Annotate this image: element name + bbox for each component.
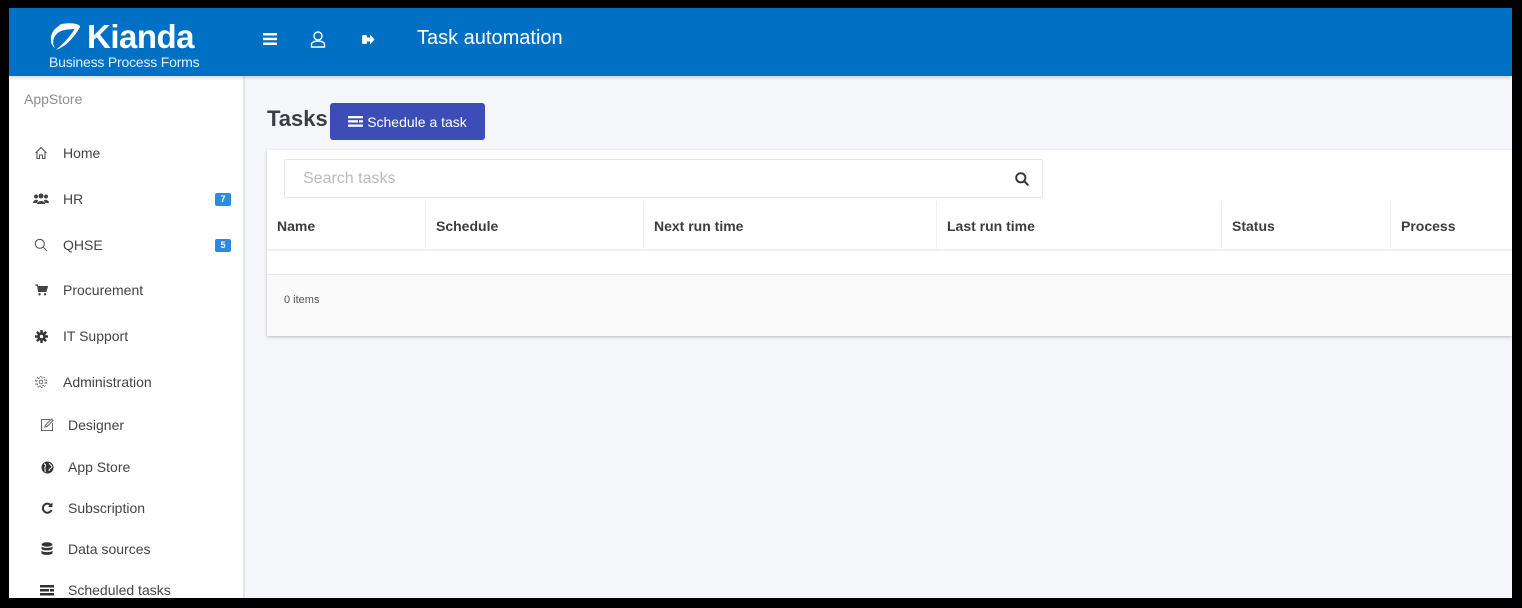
sidebar-item-label: Data sources [68, 541, 151, 557]
search-box [284, 159, 1043, 198]
column-header-process[interactable]: Process [1390, 201, 1512, 251]
cog-icon [33, 328, 49, 344]
sidebar-item-qhse[interactable]: QHSE 5 [9, 230, 243, 260]
sidebar-item-label: QHSE [63, 237, 103, 253]
column-header-schedule[interactable]: Schedule [425, 201, 643, 251]
sidebar-item-label: Procurement [63, 282, 144, 298]
sidebar-item-label: HR [63, 191, 84, 207]
sidebar-item-subscription[interactable]: Subscription [9, 493, 243, 523]
column-header-name[interactable]: Name [267, 201, 425, 251]
table-body-empty [267, 251, 1512, 275]
schedule-task-button[interactable]: Schedule a task [330, 103, 485, 140]
sign-out-icon[interactable] [357, 28, 379, 50]
home-icon [33, 145, 49, 161]
database-icon [39, 541, 55, 557]
table-footer: 0 items [267, 275, 1512, 336]
page-title: Tasks [267, 106, 328, 131]
refresh-icon [39, 500, 55, 516]
kianda-logo[interactable]: Kianda Business Process Forms [47, 16, 227, 72]
table-header: Name Schedule Next run time Last run tim… [267, 201, 1512, 251]
qhse-count-badge: 5 [215, 238, 231, 252]
cart-icon [33, 282, 49, 298]
user-icon[interactable] [307, 28, 329, 50]
search-icon[interactable] [1014, 171, 1030, 187]
sidebar-item-label: Scheduled tasks [68, 582, 171, 598]
settings-icon [33, 374, 49, 390]
search-icon [33, 237, 49, 253]
sidebar-item-label: Administration [63, 374, 152, 390]
sidebar-item-designer[interactable]: Designer [9, 410, 243, 440]
globe-icon [39, 459, 55, 475]
logo-name: Kianda [87, 18, 195, 55]
sidebar-section-title: AppStore [24, 91, 83, 107]
sidebar-item-hr[interactable]: HR 7 [9, 184, 243, 214]
logo-mark-icon [50, 23, 81, 50]
page-header-title: Task automation [417, 27, 563, 49]
sidebar-item-app-store[interactable]: App Store [9, 452, 243, 482]
tasks-table-card: Name Schedule Next run time Last run tim… [267, 150, 1512, 336]
items-count: 0 items [284, 294, 320, 306]
sidebar-item-label: Subscription [68, 500, 146, 516]
sidebar-item-label: Designer [68, 417, 125, 433]
edit-icon [39, 417, 55, 433]
hr-count-badge: 7 [215, 192, 231, 206]
sidebar-item-it-support[interactable]: IT Support [9, 321, 243, 351]
column-header-status[interactable]: Status [1221, 201, 1390, 251]
tasks-icon [348, 116, 364, 127]
menu-icon[interactable] [259, 28, 281, 50]
tasks-icon [39, 582, 55, 598]
top-bar: Kianda Business Process Forms Task autom… [9, 8, 1512, 76]
logo-tagline: Business Process Forms [49, 54, 200, 70]
sidebar: AppStore Home HR 7 QHSE 5 Procurement IT… [9, 76, 245, 598]
sidebar-item-label: IT Support [63, 328, 129, 344]
sidebar-item-administration[interactable]: Administration [9, 367, 243, 397]
column-header-next-run-time[interactable]: Next run time [643, 201, 936, 251]
sidebar-item-home[interactable]: Home [9, 138, 243, 168]
main-content: Tasks Schedule a task Name Schedule Next… [245, 76, 1512, 598]
app-window: Kianda Business Process Forms Task autom… [9, 8, 1512, 598]
sidebar-item-scheduled-tasks[interactable]: Scheduled tasks [9, 575, 243, 598]
column-header-last-run-time[interactable]: Last run time [936, 201, 1221, 251]
sidebar-item-procurement[interactable]: Procurement [9, 275, 243, 305]
schedule-task-label: Schedule a task [367, 113, 467, 130]
sidebar-item-label: App Store [68, 459, 131, 475]
sidebar-item-label: Home [63, 145, 101, 161]
sidebar-item-data-sources[interactable]: Data sources [9, 534, 243, 564]
search-tasks-input[interactable] [303, 160, 1003, 197]
users-icon [33, 191, 49, 207]
